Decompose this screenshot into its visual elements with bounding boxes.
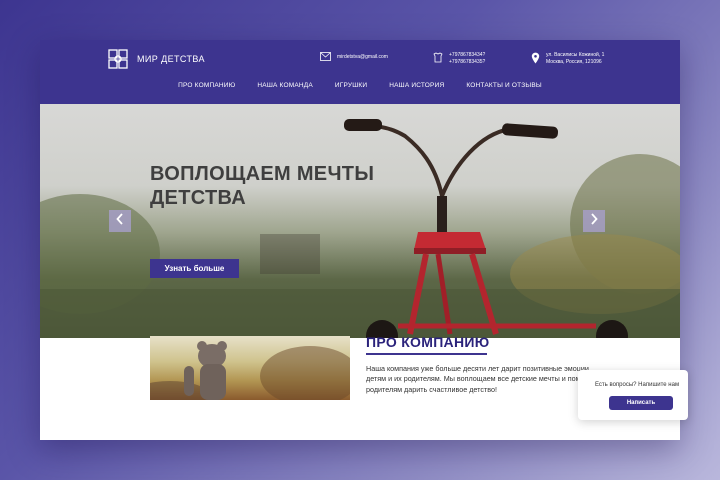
- header: МИР ДЕТСТВА mirdetstva@gmail.com +797867…: [40, 40, 680, 104]
- hero-slider: ВОПЛОЩАЕМ МЕЧТЫ ДЕТСТВА Узнать больше: [40, 104, 680, 338]
- nav-item-about[interactable]: ПРО КОМПАНИЮ: [178, 82, 235, 89]
- about-image: [150, 336, 350, 400]
- email-contact[interactable]: mirdetstva@gmail.com: [320, 52, 388, 64]
- address-contact: ул. Василисы Кожиной, 1 Москва, Россия, …: [531, 52, 604, 67]
- nav-item-team[interactable]: НАША КОМАНДА: [257, 82, 312, 89]
- about-text: Наша компания уже больше десяти лет дари…: [366, 364, 600, 394]
- location-icon: [531, 52, 540, 67]
- logo-icon: [107, 48, 129, 70]
- hero-title: ВОПЛОЩАЕМ МЕЧТЫ ДЕТСТВА: [150, 163, 375, 209]
- address-line-2: Москва, Россия, 121096: [546, 59, 602, 65]
- nav-item-history[interactable]: НАША ИСТОРИЯ: [389, 82, 444, 89]
- learn-more-button[interactable]: Узнать больше: [150, 259, 239, 278]
- slider-next-button[interactable]: [583, 210, 605, 232]
- phone-contact[interactable]: +79786783434? +79786783435?: [433, 52, 485, 66]
- email-text: mirdetstva@gmail.com: [337, 54, 388, 60]
- address-line-1: ул. Василисы Кожиной, 1: [546, 52, 605, 58]
- nav-item-contacts[interactable]: КОНТАКТЫ И ОТЗЫВЫ: [466, 82, 541, 89]
- phone-2: +79786783435?: [449, 59, 486, 65]
- nav-item-toys[interactable]: ИГРУШКИ: [335, 82, 367, 89]
- slider-prev-button[interactable]: [109, 210, 131, 232]
- about-title-underline: [366, 353, 487, 355]
- chat-widget: Есть вопросы? Напишите нам Написать: [578, 370, 688, 420]
- chat-prompt: Есть вопросы? Напишите нам: [595, 382, 680, 388]
- about-title: ПРО КОМПАНИЮ: [366, 334, 490, 350]
- phone-1: +79786783434?: [449, 52, 486, 58]
- phone-icon: [433, 52, 443, 66]
- main-nav: ПРО КОМПАНИЮ НАША КОМАНДА ИГРУШКИ НАША И…: [40, 82, 680, 89]
- logo-text: МИР ДЕТСТВА: [137, 54, 205, 64]
- chevron-right-icon: [590, 212, 598, 230]
- email-icon: [320, 52, 331, 64]
- logo[interactable]: МИР ДЕТСТВА: [107, 48, 205, 70]
- chat-write-button[interactable]: Написать: [609, 396, 673, 410]
- chevron-left-icon: [116, 212, 124, 230]
